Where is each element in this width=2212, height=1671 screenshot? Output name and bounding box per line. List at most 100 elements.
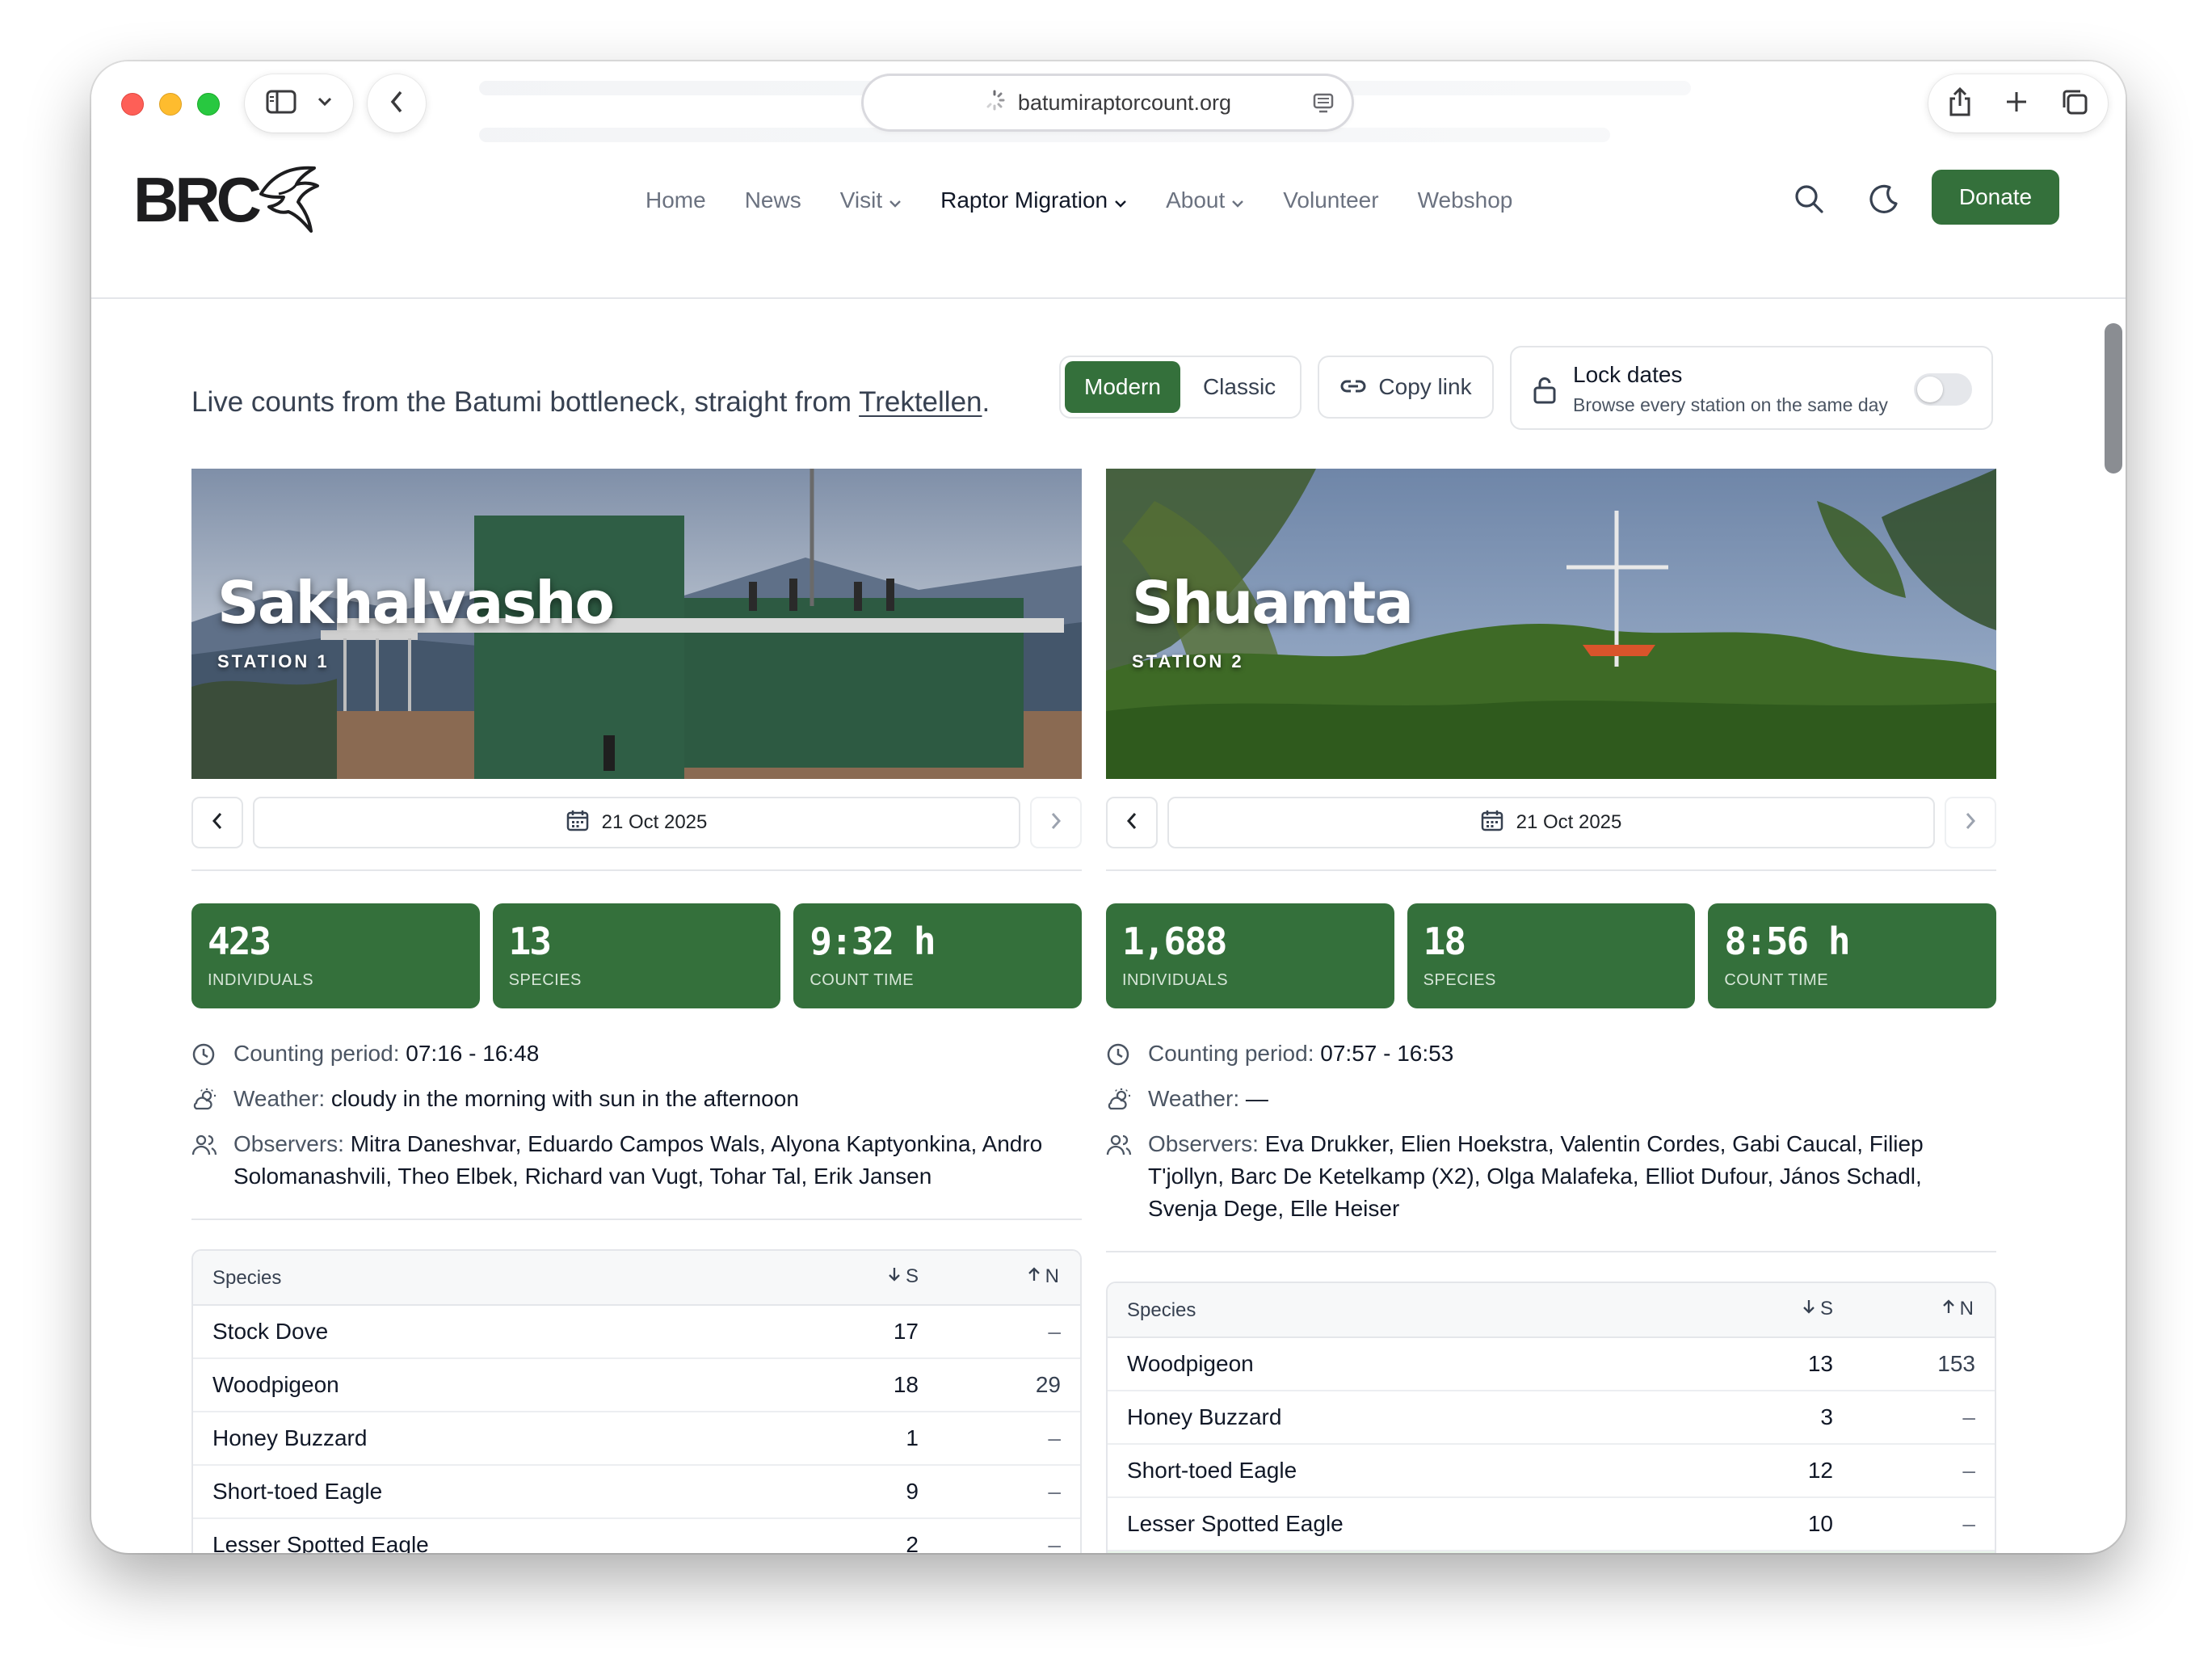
- column-species[interactable]: Species: [212, 1267, 281, 1290]
- selected-date: 21 Oct 2025: [601, 811, 708, 833]
- stat-value: 13: [508, 920, 552, 963]
- stat-value: 1,688: [1122, 920, 1227, 963]
- divider: [191, 869, 1082, 871]
- nav-about[interactable]: About: [1166, 187, 1244, 213]
- date-field[interactable]: 21 Oct 2025: [1167, 797, 1935, 848]
- page-scrollbar[interactable]: [2105, 323, 2122, 474]
- divider: [1106, 1251, 1996, 1252]
- donate-button[interactable]: Donate: [1932, 170, 2059, 225]
- users-icon: [1106, 1133, 1132, 1166]
- nav-home[interactable]: Home: [646, 187, 706, 213]
- sidebar-icon[interactable]: [266, 90, 296, 118]
- table-row[interactable]: Greater Spotted Eagle27–: [1108, 1551, 1995, 1553]
- species-name: Woodpigeon: [212, 1372, 339, 1397]
- nav-label: Webshop: [1417, 187, 1513, 213]
- species-name: Lesser Spotted Eagle: [212, 1532, 429, 1553]
- search-icon[interactable]: [1793, 183, 1825, 219]
- count-north: –: [1048, 1425, 1061, 1450]
- station-panel-sakhalvasho: Sakhalvasho STATION 1 21 Oct 2025 423 IND…: [191, 469, 1083, 1553]
- nav-news[interactable]: News: [745, 187, 801, 213]
- station-label: STATION 1: [217, 651, 330, 671]
- column-s-sort[interactable]: S: [1802, 1298, 1833, 1320]
- nav-visit[interactable]: Visit: [840, 187, 902, 213]
- previous-day-button[interactable]: [1106, 797, 1158, 848]
- next-day-button[interactable]: [1945, 797, 1996, 848]
- arrow-down-icon: [888, 1265, 901, 1288]
- address-bar[interactable]: batumiraptorcount.org: [864, 76, 1352, 129]
- table-row[interactable]: Short-toed Eagle 9 –: [193, 1466, 1080, 1519]
- previous-day-button[interactable]: [191, 797, 243, 848]
- weather: Weather: —: [1106, 1083, 1996, 1115]
- copy-link-button[interactable]: Copy link: [1318, 356, 1494, 419]
- intro-text: Live counts from the Batumi bottleneck, …: [191, 386, 990, 419]
- minimize-window-button[interactable]: [159, 93, 182, 116]
- chevron-right-icon: [1050, 812, 1062, 834]
- brc-logo[interactable]: BRC: [133, 162, 321, 238]
- reader-mode-icon[interactable]: [1313, 93, 1334, 120]
- column-n-label: N: [1959, 1298, 1974, 1320]
- table-row[interactable]: Stock Dove 17 –: [193, 1306, 1080, 1359]
- header-actions: [1793, 183, 1899, 219]
- trektellen-link[interactable]: Trektellen: [859, 386, 982, 418]
- window-actions: [1928, 74, 2108, 133]
- stat-species: 18 SPECIES: [1407, 903, 1696, 1008]
- stat-label: INDIVIDUALS: [1122, 971, 1229, 989]
- chevron-down-icon[interactable]: [318, 96, 332, 111]
- sidebar-toggle-group[interactable]: [245, 74, 353, 133]
- new-tab-icon[interactable]: [2004, 90, 2029, 118]
- dark-mode-moon-icon[interactable]: [1867, 183, 1899, 219]
- observers-label: Observers:: [233, 1131, 344, 1156]
- period-label: Counting period:: [233, 1041, 400, 1066]
- selected-date: 21 Oct 2025: [1516, 811, 1622, 833]
- station-hero-image: Sakhalvasho STATION 1: [191, 469, 1082, 779]
- table-row[interactable]: Lesser Spotted Eagle 10 –: [1108, 1498, 1995, 1551]
- zoom-window-button[interactable]: [197, 93, 220, 116]
- users-icon: [191, 1133, 217, 1166]
- table-row[interactable]: Woodpigeon 13 153: [1108, 1338, 1995, 1391]
- count-north: –: [1962, 1458, 1975, 1483]
- lock-dates-switch[interactable]: [1914, 373, 1972, 406]
- arrow-up-icon: [1942, 1298, 1955, 1320]
- period-value: 07:16 - 16:48: [406, 1041, 540, 1066]
- table-row[interactable]: Woodpigeon 18 29: [193, 1359, 1080, 1412]
- back-button[interactable]: [368, 74, 426, 133]
- stat-value: 423: [208, 920, 271, 963]
- view-classic-button[interactable]: Classic: [1184, 361, 1295, 413]
- table-row[interactable]: Short-toed Eagle 12 –: [1108, 1445, 1995, 1498]
- stat-label: SPECIES: [508, 971, 582, 989]
- column-species[interactable]: Species: [1127, 1299, 1196, 1322]
- tab-overview-icon[interactable]: [2061, 88, 2088, 120]
- stat-label: SPECIES: [1423, 971, 1496, 989]
- arrow-down-icon: [1802, 1298, 1815, 1320]
- column-s-sort[interactable]: S: [888, 1265, 919, 1288]
- close-window-button[interactable]: [121, 93, 144, 116]
- column-n-sort[interactable]: N: [1942, 1298, 1974, 1320]
- table-body: Stock Dove 17– Woodpigeon 18 29 Honey Buzzard…: [193, 1306, 1080, 1553]
- date-field[interactable]: 21 Oct 2025: [253, 797, 1020, 848]
- main-navigation: Home News Visit Raptor Migration About Volunt…: [646, 187, 1512, 213]
- date-picker-row: 21 Oct 2025: [1106, 797, 1996, 848]
- table-header: Species S N: [193, 1251, 1080, 1306]
- nav-volunteer[interactable]: Volunteer: [1283, 187, 1378, 213]
- divider: [191, 1219, 1082, 1220]
- count-south: 2: [906, 1532, 919, 1553]
- table-row[interactable]: Lesser Spotted Eagle 2 –: [193, 1519, 1080, 1553]
- intro-prefix: Live counts from the Batumi bottleneck, …: [191, 386, 860, 418]
- url-text[interactable]: batumiraptorcount.org: [1018, 90, 1231, 116]
- blurred-background-text: [479, 128, 1610, 142]
- table-row[interactable]: Honey Buzzard 3 –: [1108, 1391, 1995, 1445]
- view-modern-button[interactable]: Modern: [1065, 361, 1180, 413]
- species-table: Species S N Woodpigeon 13 153 Honey Buzzard…: [1106, 1282, 1996, 1553]
- raptor-logo-icon: [258, 162, 321, 238]
- table-row[interactable]: Honey Buzzard 1 –: [193, 1412, 1080, 1466]
- nav-label: News: [744, 187, 801, 213]
- count-south: 3: [1820, 1404, 1833, 1429]
- share-icon[interactable]: [1948, 86, 1972, 121]
- nav-webshop[interactable]: Webshop: [1418, 187, 1513, 213]
- stat-value: 8:56 h: [1724, 920, 1850, 963]
- column-n-sort[interactable]: N: [1028, 1265, 1059, 1288]
- stat-individuals: 423 INDIVIDUALS: [191, 903, 480, 1008]
- weather: Weather: cloudy in the morning with sun …: [191, 1083, 1082, 1115]
- nav-raptor-migration[interactable]: Raptor Migration: [940, 187, 1127, 213]
- next-day-button[interactable]: [1030, 797, 1082, 848]
